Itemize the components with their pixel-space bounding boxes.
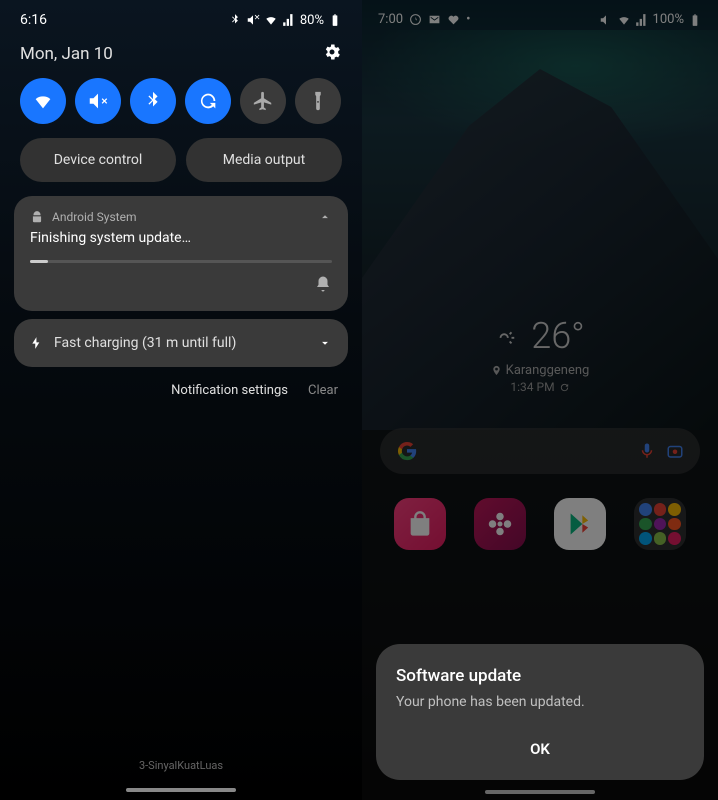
notification-header: Android System — [30, 210, 332, 224]
carrier-label: 3-SinyalKuatLuas — [0, 759, 362, 772]
dialog-ok-button[interactable]: OK — [396, 722, 684, 772]
android-icon — [30, 210, 44, 224]
date-label: Mon, Jan 10 — [20, 44, 113, 64]
phone-left: 6:16 80% Mon, Jan 10 Device control Medi… — [0, 0, 362, 800]
airplane-toggle[interactable] — [240, 78, 286, 124]
mute-icon — [246, 13, 260, 27]
charging-text: Fast charging (31 m until full) — [54, 335, 236, 351]
chevron-up-icon[interactable] — [318, 210, 332, 224]
wifi-icon — [264, 13, 278, 27]
notification-actions: Notification settings Clear — [0, 367, 362, 414]
wifi-toggle[interactable] — [20, 78, 66, 124]
settings-icon[interactable] — [322, 42, 342, 66]
media-output-button[interactable]: Media output — [186, 138, 342, 182]
bolt-icon — [30, 336, 44, 350]
progress-bar — [30, 260, 332, 263]
bell-icon — [314, 275, 332, 293]
dialog-body: Your phone has been updated. — [396, 694, 684, 710]
notification-title: Finishing system update… — [30, 230, 332, 246]
status-bar: 6:16 80% — [0, 0, 362, 36]
sound-toggle[interactable] — [75, 78, 121, 124]
battery-percent: 80% — [300, 13, 324, 28]
date-row: Mon, Jan 10 — [0, 36, 362, 78]
device-control-button[interactable]: Device control — [20, 138, 176, 182]
phone-right: 7:00 • 100% 26° Karanggeneng 1:34 PM — [362, 0, 718, 800]
flashlight-toggle[interactable] — [295, 78, 341, 124]
notification-bell[interactable] — [30, 275, 332, 297]
dialog-title: Software update — [396, 666, 684, 686]
status-time: 6:16 — [20, 12, 47, 28]
notification-source: Android System — [52, 210, 137, 224]
nav-bar[interactable] — [485, 790, 595, 794]
notification-settings-link[interactable]: Notification settings — [171, 383, 288, 398]
clear-link[interactable]: Clear — [308, 383, 338, 398]
update-dialog: Software update Your phone has been upda… — [376, 644, 704, 780]
bluetooth-toggle[interactable] — [130, 78, 176, 124]
charging-card[interactable]: Fast charging (31 m until full) — [14, 319, 348, 367]
chevron-down-icon[interactable] — [318, 336, 332, 350]
battery-icon — [328, 13, 342, 27]
nav-bar[interactable] — [126, 788, 236, 792]
quick-settings-buttons: Device control Media output — [0, 138, 362, 196]
rotate-toggle[interactable] — [185, 78, 231, 124]
quick-settings-toggles — [0, 78, 362, 138]
status-icons: 80% — [228, 13, 342, 28]
bluetooth-icon — [228, 13, 242, 27]
notification-card[interactable]: Android System Finishing system update… — [14, 196, 348, 311]
signal-icon — [282, 13, 296, 27]
